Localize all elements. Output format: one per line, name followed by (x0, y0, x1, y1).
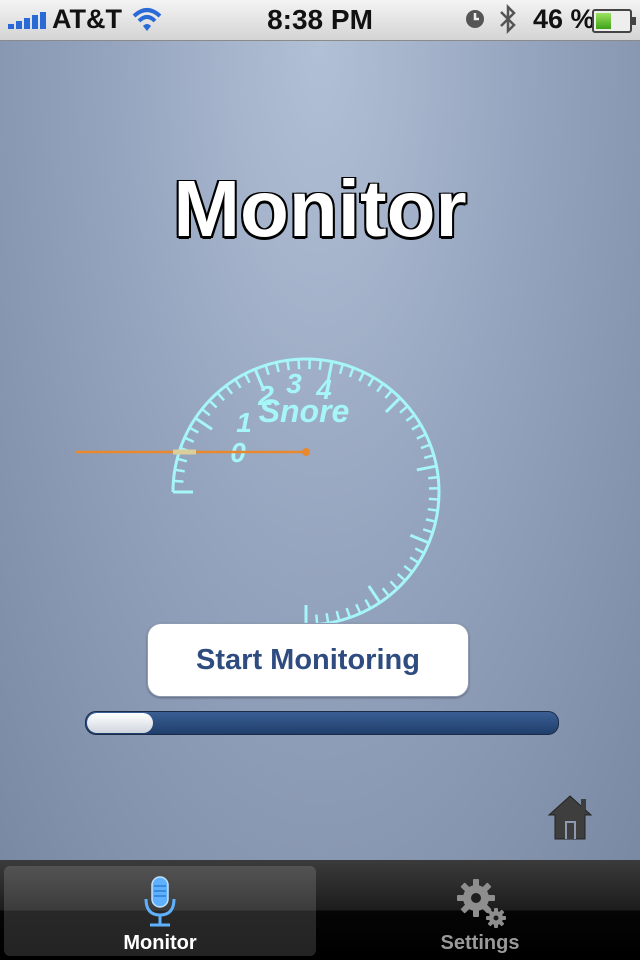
gauge-minor-tick (208, 399, 218, 409)
gauge-minor-tick (201, 408, 211, 417)
gauge-scale-label: 1 (236, 407, 252, 438)
tab-label-settings: Settings (440, 932, 520, 954)
status-bar: AT&T 8:38 PM 46 % (0, 0, 640, 41)
gauge-minor-tick (174, 468, 185, 473)
gauge-major-tick (384, 396, 402, 414)
gauge-minor-tick (176, 457, 188, 463)
gauge-minor-tick (364, 599, 372, 610)
gauge-minor-tick (188, 426, 199, 434)
gauge-minor-tick (376, 382, 384, 393)
battery-icon (592, 9, 636, 33)
microphone-icon (144, 876, 176, 927)
gauge-minor-tick (348, 367, 355, 378)
gauge-label: Snore (259, 393, 350, 429)
gauge-minor-tick (275, 362, 280, 373)
needle-pivot (302, 448, 310, 456)
gauge-minor-tick (318, 359, 323, 370)
gauge-minor-tick (234, 378, 242, 389)
tab-monitor[interactable]: Monitor (4, 866, 316, 956)
gauge-minor-tick (345, 607, 352, 618)
gauge-minor-tick (399, 405, 409, 414)
gauge-minor-tick (403, 564, 414, 573)
gauge-minor-tick (416, 433, 427, 440)
gauge-minor-tick (173, 479, 184, 483)
gauge-minor-tick (243, 373, 251, 384)
gauge-minor-tick (355, 603, 362, 614)
monitor-screen: Monitor 01234 Snore Start Monitoring (0, 41, 640, 860)
gauge-minor-tick (411, 423, 422, 431)
tab-settings[interactable]: Settings (324, 866, 636, 956)
gauge-major-tick (416, 464, 437, 472)
gauge-minor-tick (381, 587, 390, 597)
gauge-minor-tick (389, 580, 399, 590)
gauge-minor-tick (184, 436, 195, 443)
gear-icon (457, 879, 506, 928)
gauge-minor-tick (405, 414, 416, 422)
gauge-minor-tick (358, 371, 365, 382)
gauge-major-tick (409, 533, 430, 545)
progress-bar (85, 711, 559, 735)
gauge-minor-tick (264, 364, 270, 376)
snore-gauge: 012 3 4 Snore (76, 357, 441, 627)
gauge-minor-tick (428, 475, 439, 480)
tab-bar: Monitor Settings (0, 860, 640, 960)
gauge-minor-tick (409, 556, 420, 564)
home-icon[interactable] (546, 793, 594, 841)
gauge-major-tick (194, 416, 213, 431)
gauge-minor-tick (367, 376, 375, 387)
gauge-minor-tick (396, 573, 407, 582)
gauge-minor-tick (427, 507, 438, 512)
gauge-minor-tick (335, 610, 341, 622)
gauge-minor-tick (384, 389, 393, 399)
gauge-major-tick (367, 585, 382, 604)
gauge-minor-tick (422, 528, 434, 534)
page-title: Monitor (173, 164, 467, 253)
gauge-minor-tick (420, 443, 431, 450)
progress-fill (87, 713, 153, 733)
bluetooth-icon (500, 4, 516, 34)
gauge-minor-tick (428, 497, 439, 501)
gauge-minor-tick (216, 391, 225, 402)
battery-percent: 46 % (533, 4, 595, 34)
start-monitoring-button[interactable]: Start Monitoring (147, 623, 469, 697)
gauge-minor-tick (425, 518, 436, 523)
gauge-minor-tick (414, 547, 425, 555)
tab-label-monitor: Monitor (123, 932, 197, 954)
gauge-minor-tick (423, 453, 435, 460)
alarm-icon (466, 10, 484, 28)
gauge-minor-tick (338, 363, 345, 375)
gauge-minor-tick (325, 613, 330, 624)
gauge-minor-tick (225, 384, 234, 395)
